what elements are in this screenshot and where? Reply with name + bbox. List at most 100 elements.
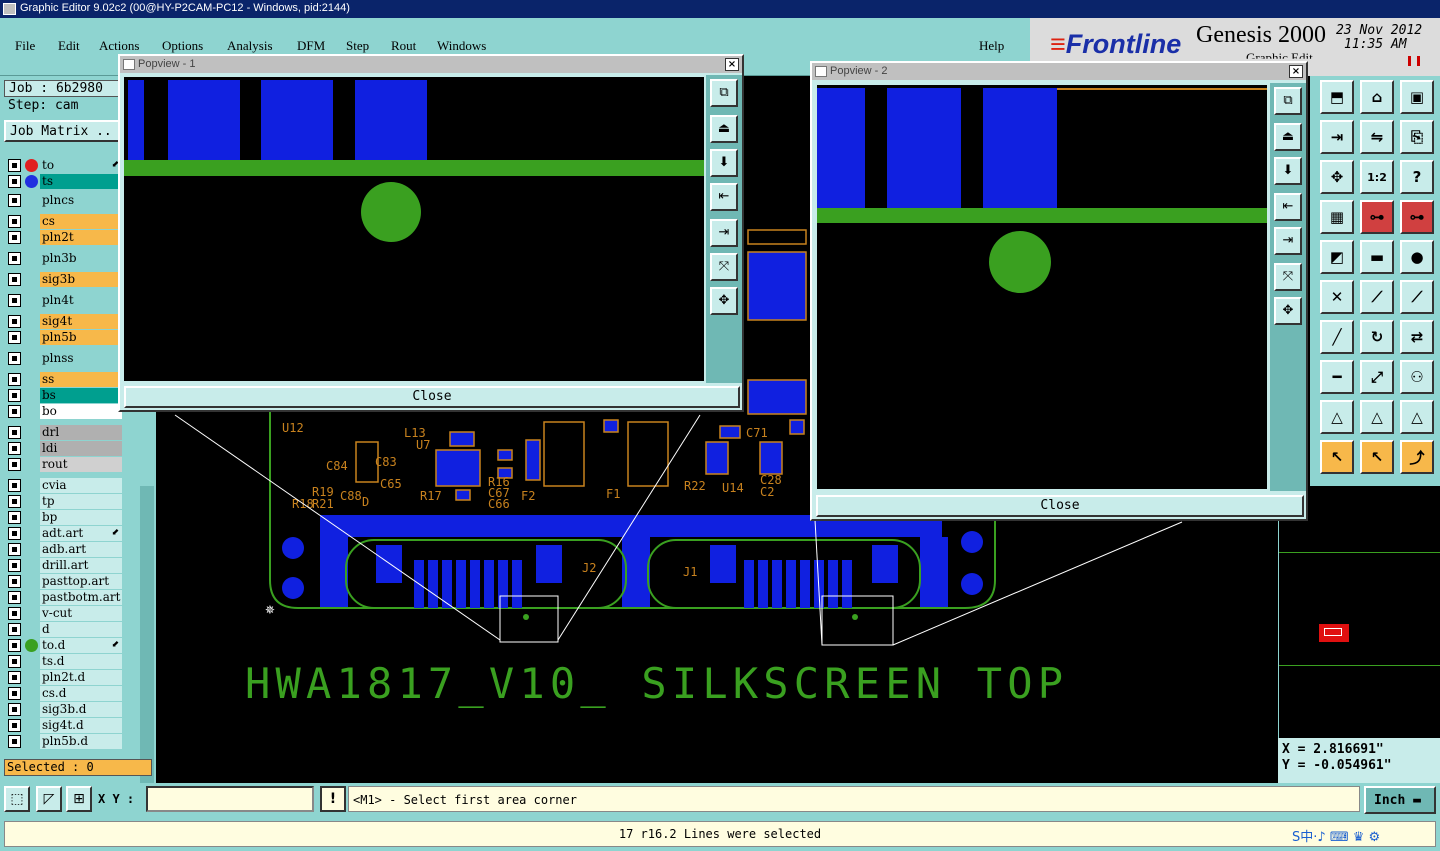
- layer-checkbox[interactable]: [8, 607, 21, 620]
- minus-icon[interactable]: ━: [1320, 360, 1354, 394]
- align-icon[interactable]: ⎘: [1400, 120, 1434, 154]
- pan-right-icon[interactable]: ⇥: [710, 219, 738, 247]
- layer-color-dot[interactable]: [25, 175, 38, 188]
- layer-row[interactable]: plnss: [8, 351, 122, 366]
- layer-row[interactable]: bp: [8, 510, 122, 525]
- layer-row[interactable]: ts: [8, 174, 122, 189]
- layer-color-dot[interactable]: [25, 639, 38, 652]
- layer-name[interactable]: rout: [40, 457, 122, 472]
- pad-icon[interactable]: ●: [1400, 240, 1434, 274]
- layer-row[interactable]: pln5b.d: [8, 734, 122, 749]
- layer-checkbox[interactable]: [8, 273, 21, 286]
- layer-checkbox[interactable]: [8, 687, 21, 700]
- zoom-home-icon[interactable]: ⧉: [1274, 87, 1302, 115]
- layer-row[interactable]: to ⬋: [8, 158, 122, 173]
- xy-input[interactable]: [146, 786, 314, 812]
- pan-up-icon[interactable]: ⏏: [1274, 123, 1302, 151]
- layer-row[interactable]: cs: [8, 214, 122, 229]
- layer-name[interactable]: pasttop.art: [40, 574, 122, 589]
- layer-row[interactable]: ss: [8, 372, 122, 387]
- layer-checkbox[interactable]: [8, 458, 21, 471]
- layer-row[interactable]: tp: [8, 494, 122, 509]
- layer-checkbox[interactable]: [8, 442, 21, 455]
- import-icon[interactable]: ⇥: [1320, 120, 1354, 154]
- layer-checkbox[interactable]: [8, 511, 21, 524]
- layer-checkbox[interactable]: [8, 315, 21, 328]
- line-icon[interactable]: ╱: [1320, 320, 1354, 354]
- layer-checkbox[interactable]: [8, 373, 21, 386]
- layer-row[interactable]: d: [8, 622, 122, 637]
- layer-row[interactable]: v-cut: [8, 606, 122, 621]
- flip-icon[interactable]: ⇄: [1400, 320, 1434, 354]
- layer-name[interactable]: v-cut: [40, 606, 122, 621]
- layer-checkbox[interactable]: [8, 252, 21, 265]
- layer-name[interactable]: drill.art: [40, 558, 122, 573]
- menu-actions[interactable]: Actions: [99, 38, 139, 54]
- layer-row[interactable]: sig3b: [8, 272, 122, 287]
- layer-name[interactable]: sig3b.d: [40, 702, 122, 717]
- layer-row[interactable]: adt.art ⬋: [8, 526, 122, 541]
- popview-1-view[interactable]: [124, 77, 704, 381]
- layer-name[interactable]: plncs: [40, 193, 122, 208]
- layer-name[interactable]: pln5b: [40, 330, 122, 345]
- zoom-home-icon[interactable]: ⧉: [710, 79, 738, 107]
- layer-row[interactable]: bs: [8, 388, 122, 403]
- layer-name[interactable]: sig4t.d: [40, 718, 122, 733]
- layer-checkbox[interactable]: [8, 671, 21, 684]
- popview-1-close-icon[interactable]: ×: [725, 58, 739, 71]
- zoom-center-icon[interactable]: ✥: [1274, 297, 1302, 325]
- pan-right-icon[interactable]: ⇥: [1274, 227, 1302, 255]
- menu-edit[interactable]: Edit: [58, 38, 80, 54]
- layer-name[interactable]: adt.art ⬋: [40, 526, 122, 541]
- pan-down-icon[interactable]: ⬇: [1274, 157, 1302, 185]
- layer-row[interactable]: rout: [8, 457, 122, 472]
- pan-left-icon[interactable]: ⇤: [710, 183, 738, 211]
- link-icon[interactable]: ⟋: [1360, 280, 1394, 314]
- cursor2-icon[interactable]: ↖: [1360, 440, 1394, 474]
- layer-row[interactable]: sig3b.d: [8, 702, 122, 717]
- layer-row[interactable]: ts.d: [8, 654, 122, 669]
- alert-button[interactable]: !: [320, 786, 346, 812]
- layer-checkbox[interactable]: [8, 215, 21, 228]
- scale-icon[interactable]: ⤢: [1360, 360, 1394, 394]
- layer-name[interactable]: ss: [40, 372, 122, 387]
- layer-name[interactable]: ldi: [40, 441, 122, 456]
- layer-row[interactable]: pln3b: [8, 251, 122, 266]
- layer-name[interactable]: cvia: [40, 478, 122, 493]
- layer-row[interactable]: drill.art: [8, 558, 122, 573]
- ratio-icon[interactable]: 1:2: [1360, 160, 1394, 194]
- menu-options[interactable]: Options: [162, 38, 203, 54]
- layer-checkbox[interactable]: [8, 735, 21, 748]
- layer-checkbox[interactable]: [8, 352, 21, 365]
- layer-name[interactable]: plnss: [40, 351, 122, 366]
- layer-name[interactable]: ts.d: [40, 654, 122, 669]
- layer-name[interactable]: bo: [40, 404, 122, 419]
- pan-down-icon[interactable]: ⬇: [710, 149, 738, 177]
- layer-checkbox[interactable]: [8, 331, 21, 344]
- layer-row[interactable]: pln2t: [8, 230, 122, 245]
- layer-name[interactable]: ts: [40, 174, 122, 189]
- layer-checkbox[interactable]: [8, 703, 21, 716]
- cross-icon[interactable]: ✕: [1320, 280, 1354, 314]
- zoom-fit-icon[interactable]: ⤧: [1274, 263, 1302, 291]
- layer-checkbox[interactable]: [8, 175, 21, 188]
- route-icon[interactable]: ⤴: [1400, 440, 1434, 474]
- layer-name[interactable]: cs: [40, 214, 122, 229]
- window-icon[interactable]: ▣: [1400, 80, 1434, 114]
- menu-rout[interactable]: Rout: [391, 38, 416, 54]
- menu-dfm[interactable]: DFM: [297, 38, 325, 54]
- home-icon[interactable]: ⌂: [1360, 80, 1394, 114]
- measure-icon[interactable]: ◩: [1320, 240, 1354, 274]
- popview-2-close-button[interactable]: Close: [816, 495, 1304, 517]
- layer-name[interactable]: pln3b: [40, 251, 122, 266]
- center-icon[interactable]: ✥: [1320, 160, 1354, 194]
- layer-name[interactable]: d: [40, 622, 122, 637]
- layer-checkbox[interactable]: [8, 719, 21, 732]
- layer-name[interactable]: adb.art: [40, 542, 122, 557]
- layer-name[interactable]: pln2t: [40, 230, 122, 245]
- layer-checkbox[interactable]: [8, 623, 21, 636]
- layer-name[interactable]: pln4t: [40, 293, 122, 308]
- rotate-icon[interactable]: ↻: [1360, 320, 1394, 354]
- layer-name[interactable]: bp: [40, 510, 122, 525]
- layer-color-dot[interactable]: [25, 159, 38, 172]
